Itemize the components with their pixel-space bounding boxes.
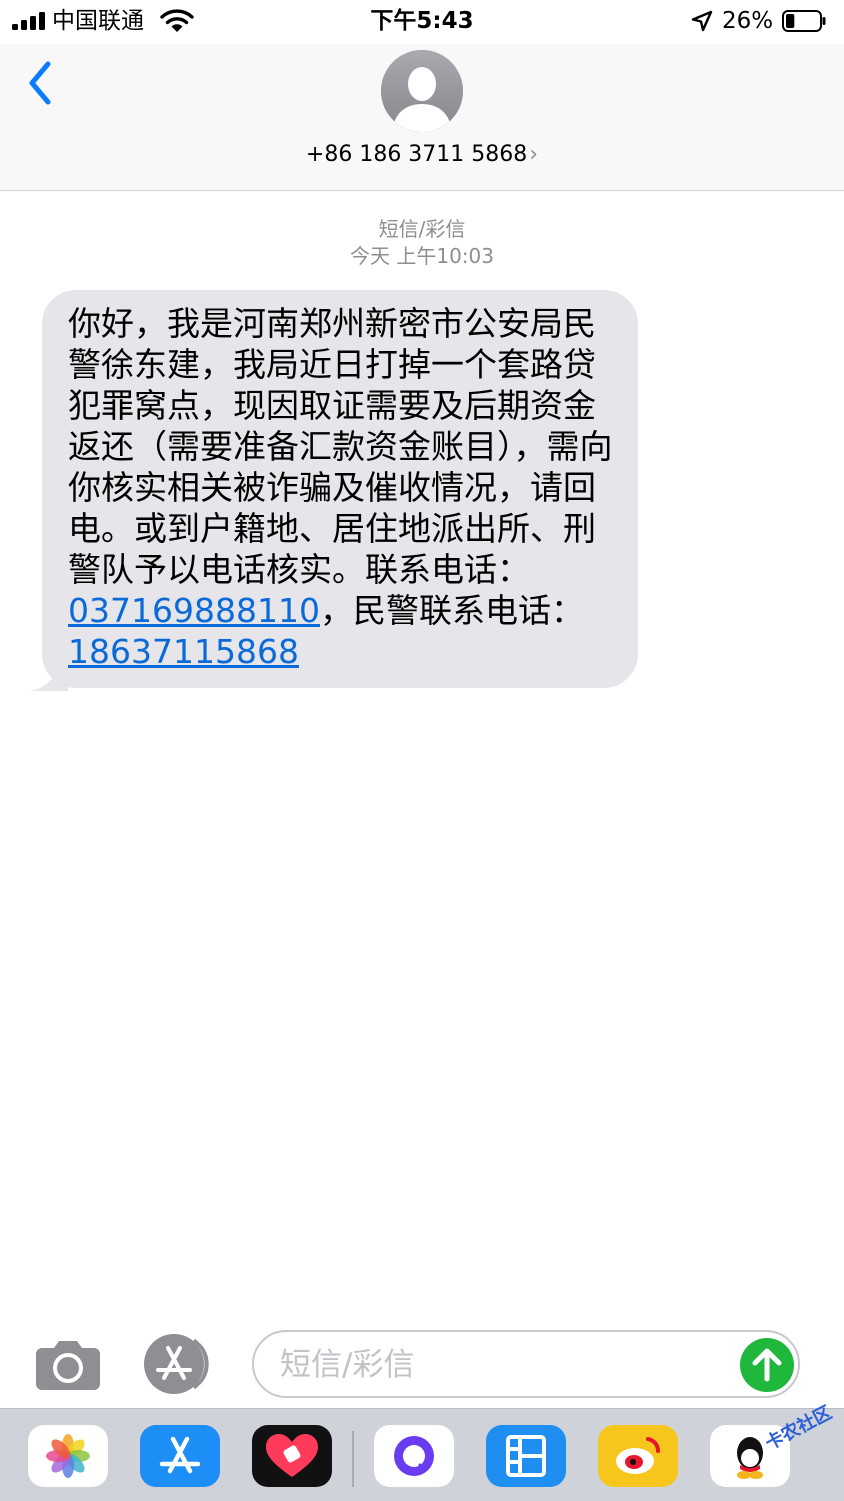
contact-avatar[interactable] [381,50,463,132]
phone-link-office[interactable]: 037169888110 [68,591,320,630]
battery-percentage: 26% [722,8,774,34]
message-bubble[interactable]: 你好，我是河南郑州新密市公安局民警徐东建，我局近日打掉一个套路贷犯罪窝点，现因取… [42,290,638,688]
conversation-header: +86 186 3711 5868› [0,44,844,191]
person-silhouette-icon [381,50,463,132]
received-message: 你好，我是河南郑州新密市公安局民警徐东建，我局近日打掉一个套路贷犯罪窝点，现因取… [28,290,638,691]
phone-link-officer[interactable]: 18637115868 [68,632,299,671]
app-drawer [0,1408,844,1501]
camera-icon[interactable] [34,1338,102,1390]
drawer-divider [352,1431,354,1487]
battery-icon [782,10,826,32]
back-chevron-icon[interactable] [24,58,56,108]
message-timestamp: 今天 上午10:03 [350,244,494,268]
weibo-app-icon[interactable] [598,1425,678,1487]
message-type-label: 短信/彩信 [378,217,466,241]
contact-number: +86 186 3711 5868 [305,142,528,167]
arrow-up-icon [752,1348,782,1382]
video-app-icon[interactable] [486,1425,566,1487]
photos-app-icon[interactable] [28,1425,108,1487]
app-store-app-icon[interactable] [140,1425,220,1487]
heart-app-icon[interactable] [252,1425,332,1487]
message-input-field[interactable] [252,1330,800,1398]
message-text: 你好，我是河南郑州新密市公安局民警徐东建，我局近日打掉一个套路贷犯罪窝点，现因取… [68,304,613,589]
chat-bubble-app-icon[interactable] [374,1425,454,1487]
contact-name-button[interactable]: +86 186 3711 5868› [0,140,844,170]
status-time: 下午5:43 [370,8,474,34]
message-input[interactable] [278,1342,732,1388]
app-store-button-icon[interactable] [142,1334,216,1394]
chevron-right-icon: › [529,142,539,167]
status-bar: 中国联通 下午5:43 26% [0,0,844,44]
location-arrow-icon [691,10,713,32]
message-text-middle: ，民警联系电话： [319,591,584,630]
send-button[interactable] [740,1338,794,1392]
